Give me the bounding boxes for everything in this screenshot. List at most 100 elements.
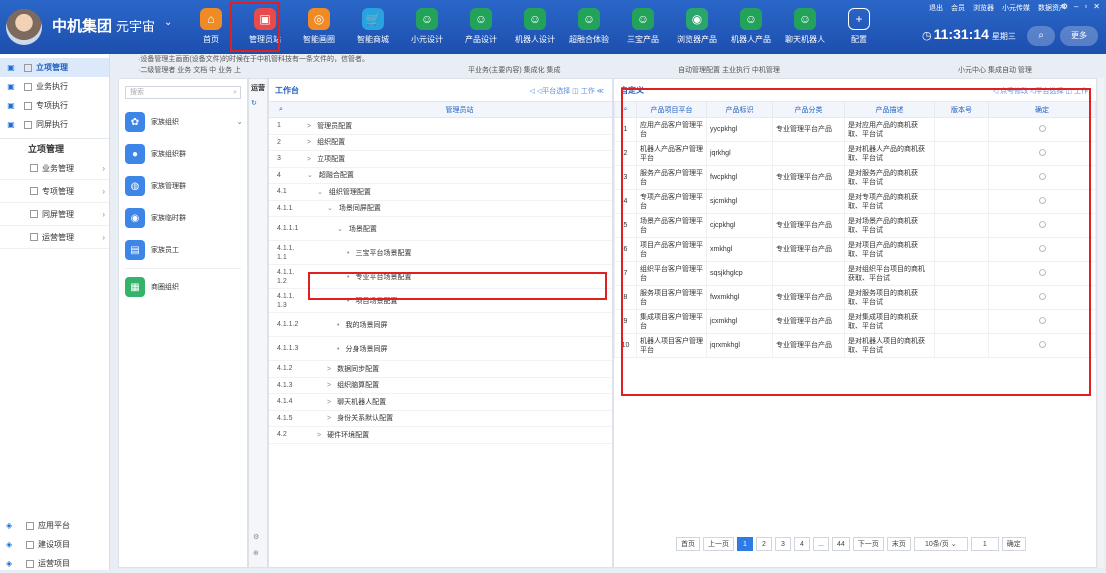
pager-item[interactable]: 10条/页 ⌄ xyxy=(913,537,968,551)
tree-row[interactable]: 4.1.5 > 身份关系默认配置 xyxy=(269,411,612,427)
table-row[interactable]: 4 专项产品客户管理平台 sjcmkhgl 是对专项产品的商机获取、平台试 xyxy=(614,189,1096,214)
chevron-right-icon[interactable]: > xyxy=(327,415,331,422)
pager-item[interactable]: 首页 xyxy=(676,537,700,551)
tree-row[interactable]: 4.1.1.1.2 • 专业平台场景配置 xyxy=(269,265,612,289)
restore-icon[interactable]: ▫ xyxy=(1084,2,1087,11)
close-icon[interactable]: ✕ xyxy=(1093,2,1100,11)
org-item[interactable]: ◉ 家族临时群 xyxy=(119,202,247,234)
page-jump-input[interactable]: 1 xyxy=(970,537,999,551)
search-icon[interactable]: ⌕ xyxy=(614,101,637,118)
radio-button[interactable] xyxy=(1038,148,1046,156)
chevron-down-icon[interactable]: ⌄ xyxy=(337,226,343,233)
nav-item-10[interactable]: ☺ 机器人产品 xyxy=(724,5,778,51)
nav-item-11[interactable]: ☺ 聊天机器人 xyxy=(778,5,832,51)
nav-item-0[interactable]: ⌂ 首页 xyxy=(184,5,238,51)
bullet-icon[interactable]: • xyxy=(337,322,339,329)
table-row[interactable]: 10 机器人项目客户管理平台 jqrxmkhgl 专业管理平台产品 是对机器人项目的商机… xyxy=(614,333,1096,358)
org-item[interactable]: ● 家族组织群 xyxy=(119,138,247,170)
more-button[interactable]: 更多 xyxy=(1060,26,1098,46)
table-row[interactable]: 2 机器人产品客户管理平台 jqrkhgl 是对机器人产品的商机获取、平台试 xyxy=(614,141,1096,166)
settings-icon[interactable]: ⚙ xyxy=(253,533,259,541)
user-avatar[interactable] xyxy=(6,9,42,45)
scrollbar[interactable] xyxy=(1098,78,1104,568)
radio-button[interactable] xyxy=(1038,268,1046,276)
tree-row[interactable]: 4.1.1.1.3 • 项目场景配置 xyxy=(269,289,612,313)
search-button[interactable]: ⌕ xyxy=(1027,26,1055,46)
sidebar-sub-item[interactable]: 专项管理 › xyxy=(0,180,109,203)
nav-item-1[interactable]: ▣ 管理员站 xyxy=(238,5,292,51)
bullet-icon[interactable]: • xyxy=(347,298,349,305)
chevron-right-icon[interactable]: > xyxy=(307,123,311,130)
chevron-right-icon[interactable]: > xyxy=(327,399,331,406)
sidebar-item[interactable]: ▣ 业务执行 xyxy=(0,77,109,96)
nav-item-3[interactable]: 🛒 智能商城 xyxy=(346,5,400,51)
search-icon[interactable]: ⌕ xyxy=(233,87,237,99)
chevron-down-icon[interactable]: ⌄ xyxy=(317,189,323,196)
tree-row[interactable]: 4.1.1 ⌄ 场景同屏配置 xyxy=(269,201,612,217)
chevron-right-icon[interactable]: > xyxy=(307,139,311,146)
tree-row[interactable]: 4.1.1.3 • 分身场景同屏 xyxy=(269,337,612,361)
org-item[interactable]: ▤ 家族员工 xyxy=(119,234,247,266)
minimize-icon[interactable]: – xyxy=(1074,2,1078,11)
tree-row[interactable]: 4.2 > 硬件环境配置 xyxy=(269,427,612,444)
sidebar-bottom-item[interactable]: ◈ 应用平台 xyxy=(0,516,110,535)
sidebar-sub-item[interactable]: 同屏管理 › xyxy=(0,203,109,226)
radio-button[interactable] xyxy=(1038,316,1046,324)
tree-row[interactable]: 2 > 组织配置 xyxy=(269,135,612,151)
pager-item[interactable]: 3 xyxy=(775,537,791,551)
radio-button[interactable] xyxy=(1038,220,1046,228)
chevron-right-icon[interactable]: > xyxy=(317,432,321,439)
radio-button[interactable] xyxy=(1038,340,1046,348)
radio-button[interactable] xyxy=(1038,172,1046,180)
bullet-icon[interactable]: • xyxy=(347,250,349,257)
top-link[interactable]: 浏览器 xyxy=(973,3,994,13)
org-item[interactable]: ▦ 商圈组织 xyxy=(119,271,247,303)
tree-row[interactable]: 1 > 管理员配置 xyxy=(269,118,612,135)
top-link[interactable]: 会员 xyxy=(951,3,965,13)
pager-item[interactable]: 1 xyxy=(737,537,753,551)
tree-row[interactable]: 4.1.1.1 ⌄ 场景配置 xyxy=(269,217,612,241)
top-link[interactable]: 小元传媒 xyxy=(1002,3,1030,13)
table-row[interactable]: 5 场景产品客户管理平台 cjcpkhgl 专业管理平台产品 是对场景产品的商机获取、平… xyxy=(614,213,1096,238)
table-row[interactable]: 3 服务产品客户管理平台 fwcpkhgl 专业管理平台产品 是对服务产品的商机获取、平… xyxy=(614,165,1096,190)
bullet-icon[interactable]: • xyxy=(347,274,349,281)
sidebar-bottom-item[interactable]: ◈ 建设项目 xyxy=(0,535,110,554)
chevron-down-icon[interactable]: ⌄ xyxy=(236,117,243,126)
nav-item-5[interactable]: ☺ 产品设计 xyxy=(454,5,508,51)
chevron-down-icon[interactable]: ⌄ xyxy=(307,172,313,179)
gear-icon[interactable]: ⚙ xyxy=(1061,2,1068,11)
nav-item-6[interactable]: ☺ 机器人设计 xyxy=(508,5,562,51)
nav-item-12[interactable]: + 配置 xyxy=(832,5,886,51)
org-item[interactable]: ✿ 家族组织 ⌄ xyxy=(119,106,247,138)
top-link[interactable]: 退出 xyxy=(929,3,943,13)
nav-item-8[interactable]: ☺ 三宝产品 xyxy=(616,5,670,51)
radio-button[interactable] xyxy=(1038,292,1046,300)
chevron-right-icon[interactable]: > xyxy=(327,366,331,373)
table-row[interactable]: 6 项目产品客户管理平台 xmkhgl 专业管理平台产品 是对项目产品的商机获取、平台试 xyxy=(614,237,1096,262)
radio-button[interactable] xyxy=(1038,244,1046,252)
sidebar-item[interactable]: ▣ 同屏执行 xyxy=(0,115,109,134)
nav-item-7[interactable]: ☺ 超融合体验 xyxy=(562,5,616,51)
sidebar-bottom-item[interactable]: ◈ 运营项目 xyxy=(0,554,110,573)
sidebar-item[interactable]: ▣ 立项管理 xyxy=(0,58,109,77)
table-row[interactable]: 8 服务项目客户管理平台 fwxmkhgl 专业管理平台产品 是对服务项目的商机获取、平… xyxy=(614,285,1096,310)
expand-icon[interactable]: ↻ xyxy=(249,97,267,109)
workbench-tools[interactable]: ◁ ◁平台选择 ◫ 工作 ≪ xyxy=(530,86,605,96)
radio-button[interactable] xyxy=(1038,124,1046,132)
tree-row[interactable]: 4.1.4 > 聊天机器人配置 xyxy=(269,394,612,411)
pager-item[interactable]: 2 xyxy=(756,537,772,551)
chevron-right-icon[interactable]: > xyxy=(307,156,311,163)
nav-item-4[interactable]: ☺ 小元设计 xyxy=(400,5,454,51)
pager-item[interactable]: 44 xyxy=(832,537,850,551)
chevron-down-icon[interactable]: ⌄ xyxy=(327,205,333,212)
chevron-down-icon[interactable]: ⌄ xyxy=(164,17,172,28)
chevron-right-icon[interactable]: > xyxy=(327,382,331,389)
pager-item[interactable]: 末页 xyxy=(886,537,911,551)
radio-button[interactable] xyxy=(1038,196,1046,204)
tree-row[interactable]: 4.1 ⌄ 组织管理配置 xyxy=(269,184,612,201)
zoom-icon[interactable]: ⊕ xyxy=(253,549,259,557)
org-item[interactable]: ◍ 家族管理群 xyxy=(119,170,247,202)
bullet-icon[interactable]: • xyxy=(337,346,339,353)
table-row[interactable]: 7 组织平台客户管理平台 sqsjkhglcp 是对组织平台项目的商机获取、平台试 xyxy=(614,261,1096,286)
search-icon[interactable]: ⌕ xyxy=(269,106,307,114)
